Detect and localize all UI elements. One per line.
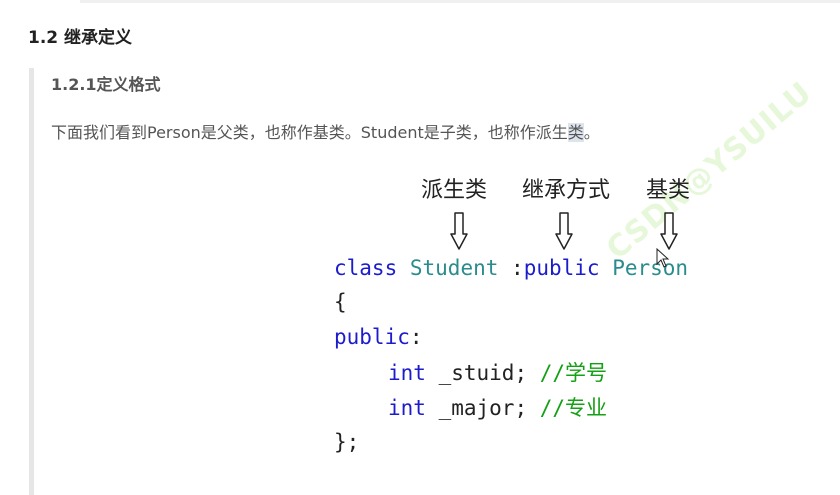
watermark-logo: CSDN@YSUILU bbox=[600, 75, 819, 267]
top-divider bbox=[80, 0, 840, 3]
paragraph-end: 。 bbox=[583, 123, 600, 142]
keyword-int: int bbox=[388, 361, 426, 385]
selected-text-highlight: 类 bbox=[567, 123, 584, 142]
code-comment: //专业 bbox=[539, 396, 608, 420]
colon: : bbox=[498, 256, 524, 280]
code-comment: //学号 bbox=[539, 361, 608, 385]
paragraph-text: 下面我们看到Person是父类，也称作基类。Student是子类，也称作派生 bbox=[51, 123, 568, 142]
member-name: _major; bbox=[425, 396, 540, 420]
description-paragraph: 下面我们看到Person是父类，也称作基类。Student是子类，也称作派生类。 bbox=[51, 121, 600, 145]
code-line-close-brace: }; bbox=[334, 430, 360, 454]
colon: : bbox=[409, 325, 423, 349]
keyword-int: int bbox=[388, 396, 426, 420]
label-derived-class: 派生类 bbox=[421, 178, 488, 203]
label-base-class: 基类 bbox=[646, 178, 691, 203]
keyword-class: class bbox=[334, 256, 398, 280]
class-name-student: Student bbox=[409, 256, 499, 280]
keyword-public: public bbox=[523, 256, 600, 280]
down-arrow-icon bbox=[450, 212, 468, 250]
code-line-access-specifier: public: bbox=[334, 323, 423, 351]
mouse-cursor-icon bbox=[656, 248, 670, 268]
blockquote-bar bbox=[29, 68, 34, 495]
down-arrow-icon bbox=[660, 212, 678, 250]
code-line-open-brace: { bbox=[334, 290, 347, 314]
down-arrow-icon bbox=[555, 212, 573, 250]
section-heading: 1.2 继承定义 bbox=[28, 28, 133, 48]
keyword-public: public bbox=[334, 325, 410, 349]
label-inheritance-mode: 继承方式 bbox=[522, 178, 611, 203]
subsection-heading: 1.2.1定义格式 bbox=[51, 75, 161, 94]
code-line-class-declaration: class Student :public Person bbox=[334, 254, 688, 282]
class-name-person: Person bbox=[612, 256, 689, 280]
member-name: _stuid; bbox=[425, 361, 540, 385]
code-line-stuid: int _stuid; //学号 bbox=[388, 359, 607, 387]
code-line-major: int _major; //专业 bbox=[388, 394, 607, 422]
